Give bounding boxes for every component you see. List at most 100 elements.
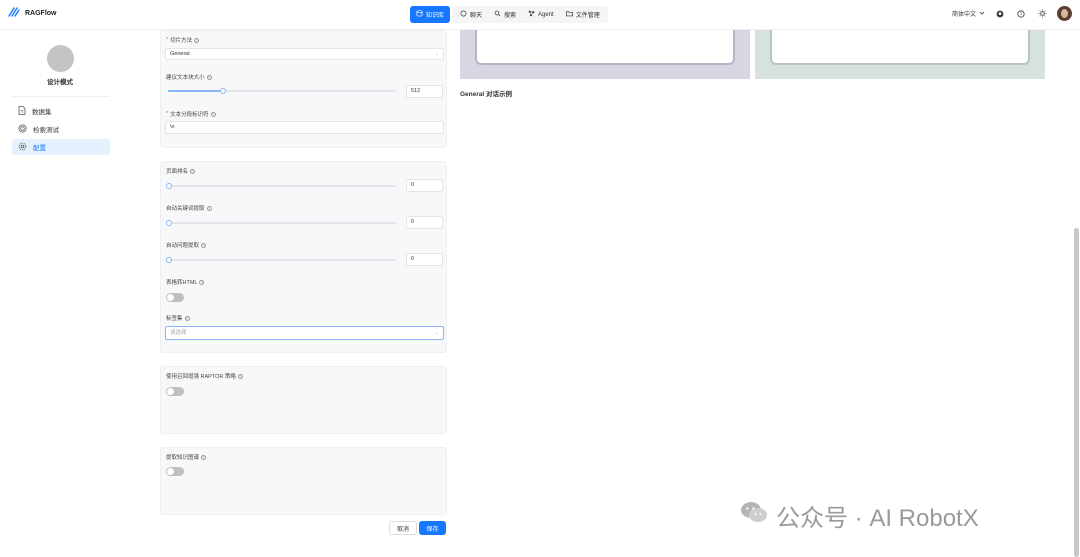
search-icon (494, 10, 501, 19)
chunk-method-label: * 切片方法 ? (166, 36, 200, 44)
tag-sets-select[interactable]: 请选择 ⌄ (165, 326, 444, 340)
brand[interactable]: RAGFlow (8, 6, 57, 20)
nav-agent[interactable]: Agent (522, 6, 560, 23)
chevron-down-icon (979, 10, 985, 18)
chevron-down-icon: ⌄ (434, 51, 439, 57)
example-caption: General 对话示例 (460, 91, 513, 98)
nav-chat[interactable]: 聊天 (454, 6, 488, 23)
chunk-size-slider[interactable] (168, 88, 396, 94)
ragflow-logo-icon (8, 6, 20, 20)
watermark-text: 公众号 · AI RobotX (776, 505, 979, 532)
page-rank-label-text: 页面排名 (166, 169, 189, 175)
github-icon[interactable] (994, 8, 1006, 20)
help-circle-icon[interactable]: ? (199, 279, 205, 285)
graphrag-card: 提取知识图谱 ? (160, 447, 447, 515)
language-label: 简体中文 (951, 12, 976, 18)
page-rank-label: 页面排名 ? (166, 167, 196, 175)
graphrag-toggle[interactable] (166, 467, 184, 476)
slider-handle[interactable] (166, 220, 172, 226)
chunk-size-input[interactable]: 512 (406, 85, 443, 98)
cancel-button[interactable]: 取消 (389, 521, 417, 535)
chevron-down-icon: ⌄ (434, 330, 439, 336)
auto-questions-slider[interactable] (166, 257, 396, 263)
chunking-settings-card: * 切片方法 ? General ⌄ 建议文本块大小 ? 512 * 文本分段标… (160, 30, 447, 148)
graphrag-label: 提取知识图谱 ? (166, 453, 207, 461)
help-circle-icon[interactable]: ? (201, 242, 207, 248)
file-icon (18, 105, 26, 117)
html4excel-label: 表格转HTML ? (166, 278, 205, 286)
auto-keywords-label: 自动关键词提取 ? (166, 204, 212, 212)
sidebar-item-label: 配置 (33, 145, 46, 152)
tag-sets-placeholder: 请选择 (170, 330, 187, 336)
help-circle-icon[interactable]: ? (190, 168, 196, 174)
page-rank-input[interactable]: 0 (406, 179, 443, 192)
raptor-label: 使用召回增强 RAPTOR 策略 ? (166, 372, 243, 380)
raptor-label-text: 使用召回增强 RAPTOR 策略 (166, 374, 236, 380)
nav-knowledge-base[interactable]: 知识库 (410, 6, 451, 23)
chunk-size-label-text: 建议文本块大小 (166, 75, 205, 81)
help-icon[interactable]: ? (1015, 8, 1027, 20)
nav-label: 搜索 (504, 13, 517, 19)
sidebar: 设计模式 数据集 检索测试 配置 (0, 30, 120, 557)
nav-label: 聊天 (470, 13, 483, 19)
nav-group: 聊天 搜索 Agent 文件管理 (452, 6, 608, 23)
sidebar-item-settings[interactable]: 配置 (12, 139, 110, 155)
graphrag-label-text: 提取知识图谱 (166, 455, 200, 461)
chunk-method-label-text: 切片方法 (170, 38, 193, 44)
html4excel-toggle[interactable] (166, 293, 184, 302)
help-circle-icon[interactable]: ? (206, 74, 212, 80)
delimiter-input[interactable]: \n (165, 121, 444, 134)
nav-label: 知识库 (426, 13, 445, 19)
auto-keywords-slider[interactable] (166, 220, 396, 226)
auto-questions-label: 自动问题提取 ? (166, 241, 207, 249)
sidebar-item-label: 检索测试 (33, 127, 59, 134)
user-avatar[interactable] (1057, 6, 1072, 21)
help-circle-icon[interactable]: ? (201, 454, 207, 460)
help-circle-icon[interactable]: ? (210, 111, 216, 117)
help-circle-icon[interactable]: ? (184, 315, 190, 321)
sun-icon[interactable] (1036, 8, 1048, 20)
database-icon (416, 10, 423, 19)
main-nav: 知识库 聊天 搜索 Agent 文件管理 (410, 6, 608, 23)
help-circle-icon[interactable]: ? (206, 205, 212, 211)
svg-text:?: ? (1020, 11, 1023, 16)
example-image-right (755, 30, 1045, 79)
chunk-method-select[interactable]: General ⌄ (165, 48, 444, 60)
chat-icon (460, 10, 467, 19)
nav-label: Agent (538, 11, 554, 18)
help-circle-icon[interactable]: ? (194, 37, 200, 43)
example-image-frame (770, 30, 1030, 65)
sidebar-item-dataset[interactable]: 数据集 (12, 103, 110, 119)
auto-questions-input[interactable]: 0 (406, 253, 443, 266)
tag-sets-label: 标签集 ? (166, 314, 190, 322)
auto-keywords-label-text: 自动关键词提取 (166, 206, 205, 212)
app-name: RAGFlow (25, 9, 57, 17)
language-selector[interactable]: 简体中文 (952, 9, 985, 18)
top-right-tools: 简体中文 ? (952, 6, 1072, 21)
html4excel-label-text: 表格转HTML (166, 280, 198, 286)
required-mark: * (166, 111, 169, 117)
sidebar-item-label: 数据集 (32, 109, 52, 116)
chunk-method-value: General (170, 51, 190, 57)
help-circle-icon[interactable]: ? (237, 373, 243, 379)
gear-icon (18, 142, 27, 153)
sidebar-item-retrieval-test[interactable]: 检索测试 (12, 121, 110, 137)
auto-keywords-input[interactable]: 0 (406, 216, 443, 229)
save-button[interactable]: 保存 (419, 521, 446, 535)
nav-file-management[interactable]: 文件管理 (560, 6, 606, 23)
nav-label: 文件管理 (575, 13, 600, 19)
slider-handle[interactable] (220, 88, 226, 94)
page-rank-slider[interactable] (166, 183, 396, 189)
advanced-settings-card: 页面排名 ? 0 自动关键词提取 ? 0 自动问题提取 ? 0 表格转HTML … (160, 161, 447, 353)
target-icon (18, 124, 27, 135)
slider-handle[interactable] (166, 257, 172, 263)
slider-handle[interactable] (166, 183, 172, 189)
nav-search[interactable]: 搜索 (488, 6, 522, 23)
page-scrollbar[interactable] (1074, 228, 1079, 557)
folder-icon (565, 10, 573, 19)
required-mark: * (166, 37, 169, 43)
tag-sets-label-text: 标签集 (166, 316, 183, 322)
knowledge-base-name: 设计模式 (47, 79, 73, 86)
chunk-size-label: 建议文本块大小 ? (166, 73, 212, 81)
raptor-toggle[interactable] (166, 387, 184, 396)
